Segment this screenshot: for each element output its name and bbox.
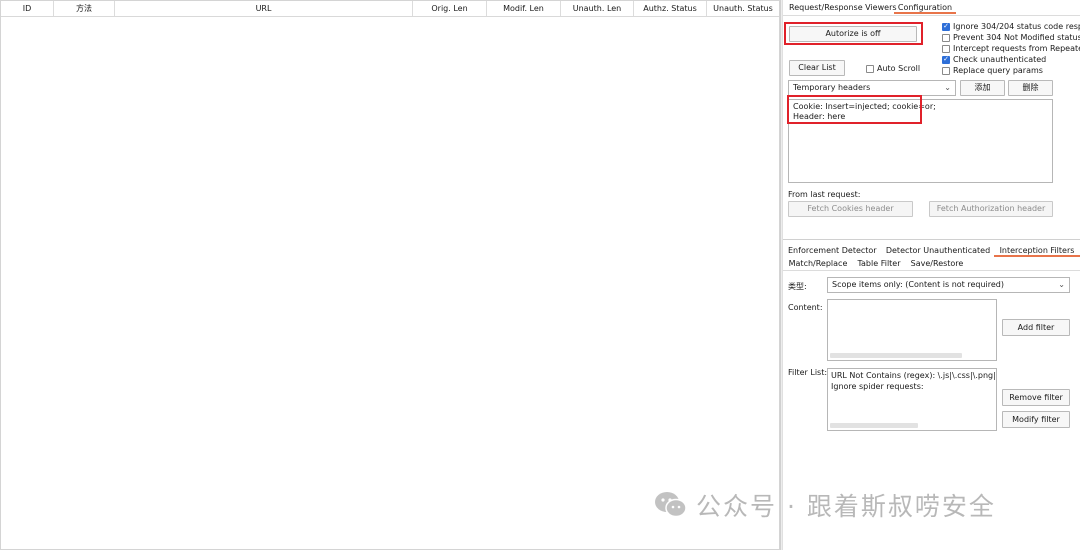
results-table[interactable]: ID 方法 URL Orig. Len Modif. Len Unauth. L…	[0, 0, 780, 550]
config-panel: Request/Response Viewers Configuration A…	[783, 0, 1080, 550]
tab-save-restore[interactable]: Save/Restore	[909, 257, 965, 270]
type-label: 类型:	[788, 282, 807, 291]
column-header-unauth-len[interactable]: Unauth. Len	[561, 1, 634, 16]
column-header-unauth-status[interactable]: Unauth. Status	[707, 1, 779, 16]
watermark: 公众号 · 跟着斯叔唠安全	[654, 488, 996, 522]
checkbox-intercept-repeater[interactable]: Intercept requests from Repeater	[942, 43, 1080, 54]
add-filter-button[interactable]: Add filter	[1002, 319, 1070, 336]
checkbox-label: Replace query params	[953, 66, 1043, 75]
filter-list-item[interactable]: URL Not Contains (regex): \.js|\.css|\.p…	[831, 371, 996, 380]
checkbox-replace-query-params[interactable]: Replace query params	[942, 65, 1043, 76]
from-last-request-label: From last request:	[788, 190, 861, 199]
table-header: ID 方法 URL Orig. Len Modif. Len Unauth. L…	[1, 1, 779, 17]
watermark-text: 公众号 · 跟着斯叔唠安全	[696, 492, 996, 521]
checkbox-prevent-304[interactable]: Prevent 304 Not Modified status code	[942, 32, 1080, 43]
filter-list-item[interactable]: Ignore spider requests:	[831, 382, 924, 391]
highlight-box-headers	[787, 95, 922, 124]
column-header-authz-status[interactable]: Authz. Status	[634, 1, 707, 16]
delete-header-button[interactable]: 删除	[1008, 80, 1053, 96]
headers-select[interactable]: Temporary headers ⌄	[788, 80, 956, 96]
checkbox-unchecked-icon	[942, 44, 950, 53]
fetch-authorization-button[interactable]: Fetch Authorization header	[929, 201, 1053, 217]
column-header-orig-len[interactable]: Orig. Len	[413, 1, 487, 16]
tab-match-replace[interactable]: Match/Replace	[788, 257, 848, 270]
filter-type-value: Scope items only: (Content is not requir…	[832, 280, 1004, 289]
horizontal-scrollbar[interactable]	[830, 353, 962, 358]
checkbox-ignore-304-204[interactable]: ✓ Ignore 304/204 status code responses	[942, 21, 1080, 32]
checkbox-unchecked-icon	[942, 66, 950, 75]
column-header-url[interactable]: URL	[115, 1, 413, 16]
tab-configuration[interactable]: Configuration	[894, 1, 956, 14]
checkbox-unchecked-icon	[866, 64, 874, 73]
horizontal-scrollbar[interactable]	[830, 423, 918, 428]
column-header-id[interactable]: ID	[1, 1, 54, 16]
column-header-method[interactable]: 方法	[54, 1, 115, 16]
column-header-modif-len[interactable]: Modif. Len	[487, 1, 561, 16]
checkbox-unchecked-icon	[942, 33, 950, 42]
tab-detector-unauthenticated[interactable]: Detector Unauthenticated	[885, 244, 991, 257]
modify-filter-button[interactable]: Modify filter	[1002, 411, 1070, 428]
tab-request-response-viewers[interactable]: Request/Response Viewers	[789, 1, 897, 14]
checkbox-check-unauthenticated[interactable]: ✓ Check unauthenticated	[942, 54, 1046, 65]
filter-list[interactable]: URL Not Contains (regex): \.js|\.css|\.p…	[827, 368, 997, 431]
tab-interception-filters[interactable]: Interception Filters	[994, 244, 1080, 257]
content-label: Content:	[788, 303, 823, 312]
clear-list-button[interactable]: Clear List	[789, 60, 845, 76]
remove-filter-button[interactable]: Remove filter	[1002, 389, 1070, 406]
fetch-cookies-button[interactable]: Fetch Cookies header	[788, 201, 913, 217]
tab-divider	[783, 270, 1080, 271]
chevron-down-icon: ⌄	[944, 83, 951, 92]
chevron-down-icon: ⌄	[1058, 280, 1065, 289]
headers-select-value: Temporary headers	[793, 83, 871, 92]
section-splitter[interactable]	[783, 239, 1080, 240]
checkbox-auto-scroll[interactable]: Auto Scroll	[866, 63, 920, 74]
checkbox-checked-icon: ✓	[942, 22, 950, 31]
tab-enforcement-detector[interactable]: Enforcement Detector	[788, 244, 877, 257]
checkbox-checked-icon: ✓	[942, 55, 950, 64]
checkbox-label: Ignore 304/204 status code responses	[953, 22, 1080, 31]
tab-table-filter[interactable]: Table Filter	[856, 257, 902, 270]
checkbox-label: Prevent 304 Not Modified status code	[953, 33, 1080, 42]
filter-list-label: Filter List:	[788, 368, 828, 377]
filter-type-select[interactable]: Scope items only: (Content is not requir…	[827, 277, 1070, 293]
checkbox-label: Auto Scroll	[877, 64, 921, 73]
checkbox-label: Intercept requests from Repeater	[953, 44, 1080, 53]
filter-content-textarea[interactable]	[827, 299, 997, 361]
wechat-logo-icon	[655, 492, 687, 518]
highlight-box-toggle	[784, 22, 923, 45]
checkbox-label: Check unauthenticated	[953, 55, 1047, 64]
add-header-button[interactable]: 添加	[960, 80, 1005, 96]
tab-divider	[783, 15, 1080, 16]
